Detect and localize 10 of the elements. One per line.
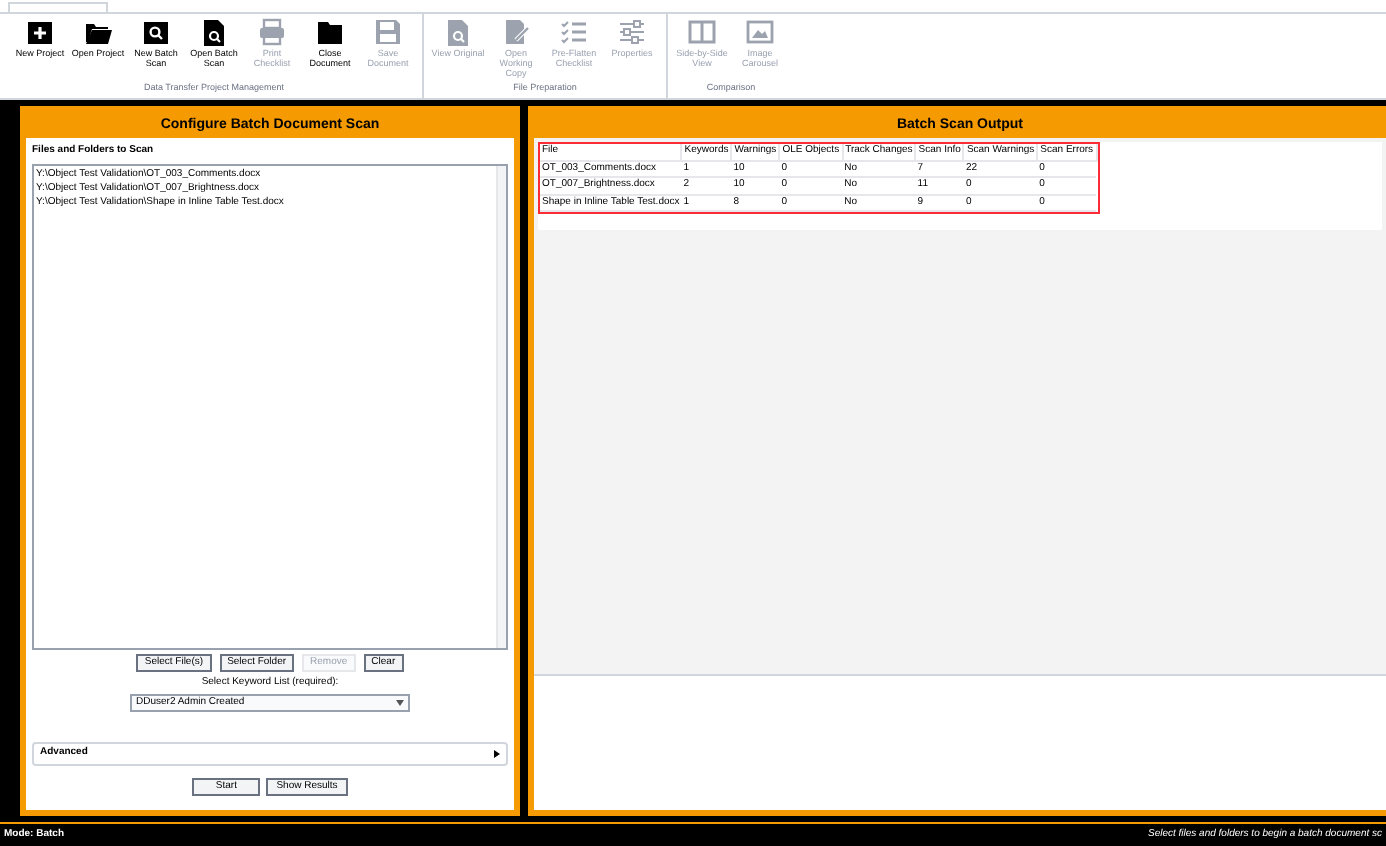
caret-icon	[396, 700, 404, 706]
two-columns-icon	[688, 18, 716, 46]
caret-icon	[492, 750, 500, 758]
checklist-icon	[560, 18, 588, 46]
ribbon-tab[interactable]	[8, 2, 108, 12]
folder-icon	[316, 18, 344, 46]
folder-icon	[84, 18, 112, 46]
scrollbar[interactable]	[496, 165, 506, 647]
printer-icon	[258, 18, 286, 46]
image-icon	[746, 18, 774, 46]
